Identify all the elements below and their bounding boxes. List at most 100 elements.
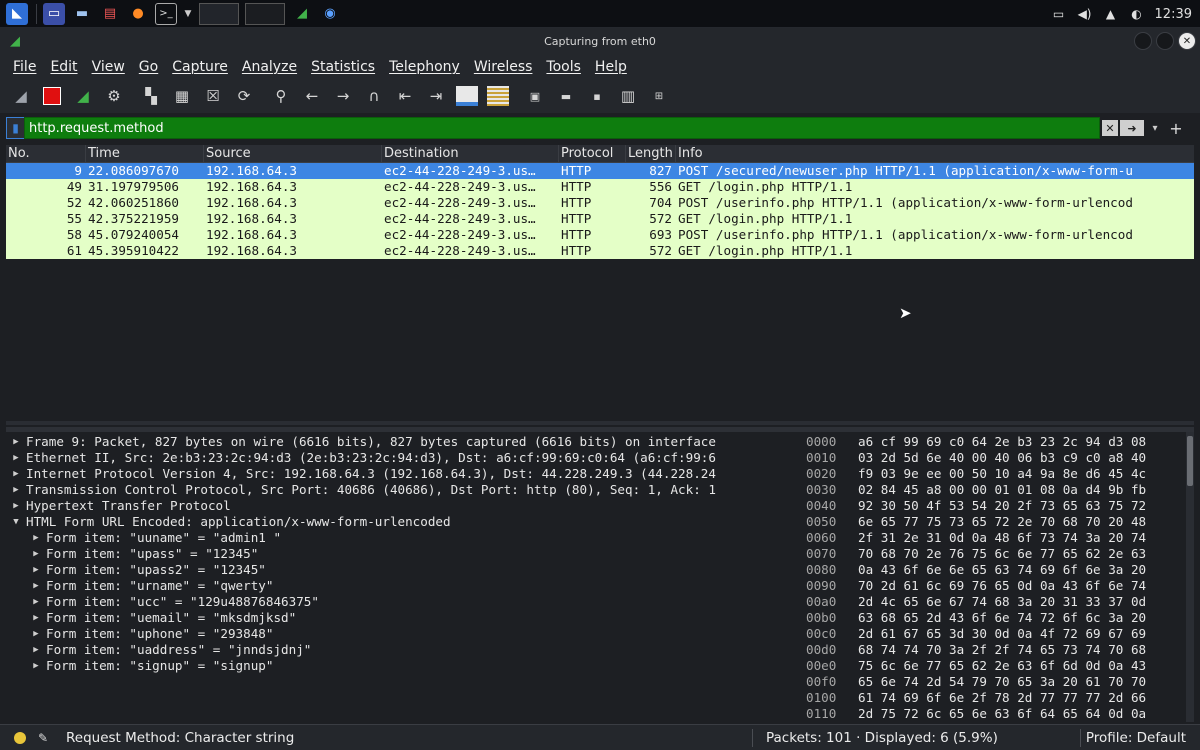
hex-row[interactable]: 0000 a6 cf 99 69 c0 64 2e b3 23 2c 94 d3 … <box>800 434 1194 450</box>
chevron-right-icon[interactable]: ▶ <box>6 482 26 498</box>
hex-row[interactable]: 0070 70 68 70 2e 76 75 6c 6e 77 65 62 2e … <box>800 546 1194 562</box>
hex-row[interactable]: 00d0 68 74 74 70 3a 2f 2f 74 65 73 74 70 … <box>800 642 1194 658</box>
chevron-right-icon[interactable]: ▶ <box>6 498 26 514</box>
volume-icon[interactable]: ◀) <box>1077 6 1093 22</box>
apply-filter-icon[interactable]: ➜ <box>1120 120 1144 136</box>
last-packet-icon[interactable]: ⇥ <box>423 83 449 109</box>
menu-telephony[interactable]: Telephony <box>382 59 467 75</box>
add-filter-button-icon[interactable]: + <box>1168 119 1184 138</box>
menu-file[interactable]: File <box>6 59 43 75</box>
colorize-icon[interactable] <box>485 83 511 109</box>
column-length[interactable]: Length <box>626 145 676 163</box>
menu-go[interactable]: Go <box>132 59 165 75</box>
column-protocol[interactable]: Protocol <box>559 145 626 163</box>
status-profile-text[interactable]: Profile: Default <box>1086 730 1186 746</box>
hex-scroll-thumb[interactable] <box>1187 436 1193 486</box>
filter-history-chevron-icon[interactable]: ▾ <box>1148 120 1162 136</box>
table-row[interactable]: 55 42.375221959 192.168.64.3 ec2-44-228-… <box>6 211 1194 227</box>
chevron-right-icon[interactable]: ▶ <box>26 578 46 594</box>
column-no[interactable]: No. <box>6 145 86 163</box>
detail-child-row[interactable]: ▶ Form item: "upass" = "12345" <box>6 546 796 562</box>
file-manager-icon[interactable]: ▬ <box>71 3 93 25</box>
start-capture-icon[interactable]: ◢ <box>8 83 34 109</box>
chevron-right-icon[interactable]: ▶ <box>6 466 26 482</box>
minimize-button[interactable] <box>1134 32 1152 50</box>
menu-analyze[interactable]: Analyze <box>235 59 304 75</box>
hex-vscrollbar[interactable] <box>1186 432 1194 722</box>
hex-row[interactable]: 0110 2d 75 72 6c 65 6e 63 6f 64 65 64 0d … <box>800 706 1194 722</box>
hex-row[interactable]: 0040 92 30 50 4f 53 54 20 2f 73 65 63 75 … <box>800 498 1194 514</box>
detail-row[interactable]: ▶ Frame 9: Packet, 827 bytes on wire (661… <box>6 434 796 450</box>
detail-child-row[interactable]: ▶ Form item: "urname" = "qwerty" <box>6 578 796 594</box>
hex-row[interactable]: 0030 02 84 45 a8 00 00 01 01 08 0a d4 9b … <box>800 482 1194 498</box>
go-to-packet-icon[interactable]: ∩ <box>361 83 387 109</box>
go-forward-icon[interactable]: → <box>330 83 356 109</box>
terminal-icon[interactable]: >_ <box>155 2 177 25</box>
resize-columns-icon[interactable]: ▥ <box>615 83 641 109</box>
hex-row[interactable]: 0060 2f 31 2e 31 0d 0a 48 6f 73 74 3a 20 … <box>800 530 1194 546</box>
column-destination[interactable]: Destination <box>382 145 559 163</box>
menu-statistics[interactable]: Statistics <box>304 59 382 75</box>
hex-row[interactable]: 0010 03 2d 5d 6e 40 00 40 06 b3 c9 c0 a8 … <box>800 450 1194 466</box>
zoom-out-icon[interactable]: ▬ <box>553 83 579 109</box>
filter-bookmark-icon[interactable]: ▮ <box>6 117 24 139</box>
column-time[interactable]: Time <box>86 145 204 163</box>
workspace-1[interactable] <box>199 2 239 25</box>
detail-row[interactable]: ▶ Hypertext Transfer Protocol <box>6 498 796 514</box>
browser-icon[interactable]: ◉ <box>319 3 341 25</box>
capture-options-icon[interactable]: ⚙ <box>101 83 127 109</box>
hex-row[interactable]: 0100 61 74 69 6f 6e 2f 78 2d 77 77 77 2d … <box>800 690 1194 706</box>
chevron-down-icon[interactable]: ▼ <box>183 3 193 25</box>
layout-icon[interactable]: ⊞ <box>646 83 672 109</box>
first-packet-icon[interactable]: ⇤ <box>392 83 418 109</box>
menu-wireless[interactable]: Wireless <box>467 59 540 75</box>
save-file-icon[interactable]: ▦ <box>169 83 195 109</box>
display-icon[interactable]: ▭ <box>1051 6 1067 22</box>
menu-capture[interactable]: Capture <box>165 59 235 75</box>
chevron-right-icon[interactable]: ▶ <box>6 450 26 466</box>
table-row[interactable]: 52 42.060251860 192.168.64.3 ec2-44-228-… <box>6 195 1194 211</box>
chevron-right-icon[interactable]: ▶ <box>6 434 26 450</box>
detail-child-row[interactable]: ▶ Form item: "ucc" = "129u48876846375" <box>6 594 796 610</box>
menu-tools[interactable]: Tools <box>539 59 588 75</box>
reload-file-icon[interactable]: ⟳ <box>231 83 257 109</box>
packet-list-hscrollbar[interactable] <box>6 421 1194 425</box>
detail-row[interactable]: ▶ Internet Protocol Version 4, Src: 192.1… <box>6 466 796 482</box>
restart-capture-icon[interactable]: ◢ <box>70 83 96 109</box>
chevron-right-icon[interactable]: ▶ <box>26 562 46 578</box>
hex-row[interactable]: 00f0 65 6e 74 2d 54 79 70 65 3a 20 61 70 … <box>800 674 1194 690</box>
menu-help[interactable]: Help <box>588 59 634 75</box>
close-button[interactable]: ✕ <box>1178 32 1196 50</box>
close-file-icon[interactable]: ☒ <box>200 83 226 109</box>
menu-view[interactable]: View <box>85 59 132 75</box>
power-icon[interactable]: ◐ <box>1129 6 1145 22</box>
firefox-icon[interactable]: ● <box>127 3 149 25</box>
stop-capture-icon[interactable] <box>39 83 65 109</box>
detail-child-row[interactable]: ▶ Form item: "uphone" = "293848" <box>6 626 796 642</box>
autoscroll-icon[interactable] <box>454 83 480 109</box>
chevron-right-icon[interactable]: ▶ <box>26 530 46 546</box>
table-row[interactable]: 61 45.395910422 192.168.64.3 ec2-44-228-… <box>6 243 1194 259</box>
zoom-in-icon[interactable]: ▣ <box>522 83 548 109</box>
hex-row[interactable]: 00a0 2d 4c 65 6e 67 74 68 3a 20 31 33 37 … <box>800 594 1194 610</box>
detail-row[interactable]: ▶ Transmission Control Protocol, Src Port… <box>6 482 796 498</box>
column-source[interactable]: Source <box>204 145 382 163</box>
detail-child-row[interactable]: ▶ Form item: "uuname" = "admin1 " <box>6 530 796 546</box>
detail-child-row[interactable]: ▶ Form item: "upass2" = "12345" <box>6 562 796 578</box>
text-editor-icon[interactable]: ▤ <box>99 3 121 25</box>
expert-info-icon[interactable] <box>14 731 26 744</box>
table-row[interactable]: 58 45.079240054 192.168.64.3 ec2-44-228-… <box>6 227 1194 243</box>
notification-bell-icon[interactable]: ▲ <box>1103 6 1119 22</box>
chevron-down-icon[interactable]: ▼ <box>6 514 26 530</box>
chevron-right-icon[interactable]: ▶ <box>26 642 46 658</box>
detail-row[interactable]: ▼ HTML Form URL Encoded: application/x-ww… <box>6 514 796 530</box>
clear-filter-icon[interactable]: ✕ <box>1102 120 1118 136</box>
hex-row[interactable]: 0050 6e 65 77 75 73 65 72 2e 70 68 70 20 … <box>800 514 1194 530</box>
desktop-icon[interactable]: ▭ <box>43 2 65 25</box>
hex-row[interactable]: 0090 70 2d 61 6c 69 76 65 0d 0a 43 6f 6e … <box>800 578 1194 594</box>
hex-row[interactable]: 00b0 63 68 65 2d 43 6f 6e 74 72 6f 6c 3a … <box>800 610 1194 626</box>
chevron-right-icon[interactable]: ▶ <box>26 658 46 674</box>
detail-child-row[interactable]: ▶ Form item: "signup" = "signup" <box>6 658 796 674</box>
go-back-icon[interactable]: ← <box>299 83 325 109</box>
hex-row[interactable]: 0020 f9 03 9e ee 00 50 10 a4 9a 8e d6 45 … <box>800 466 1194 482</box>
